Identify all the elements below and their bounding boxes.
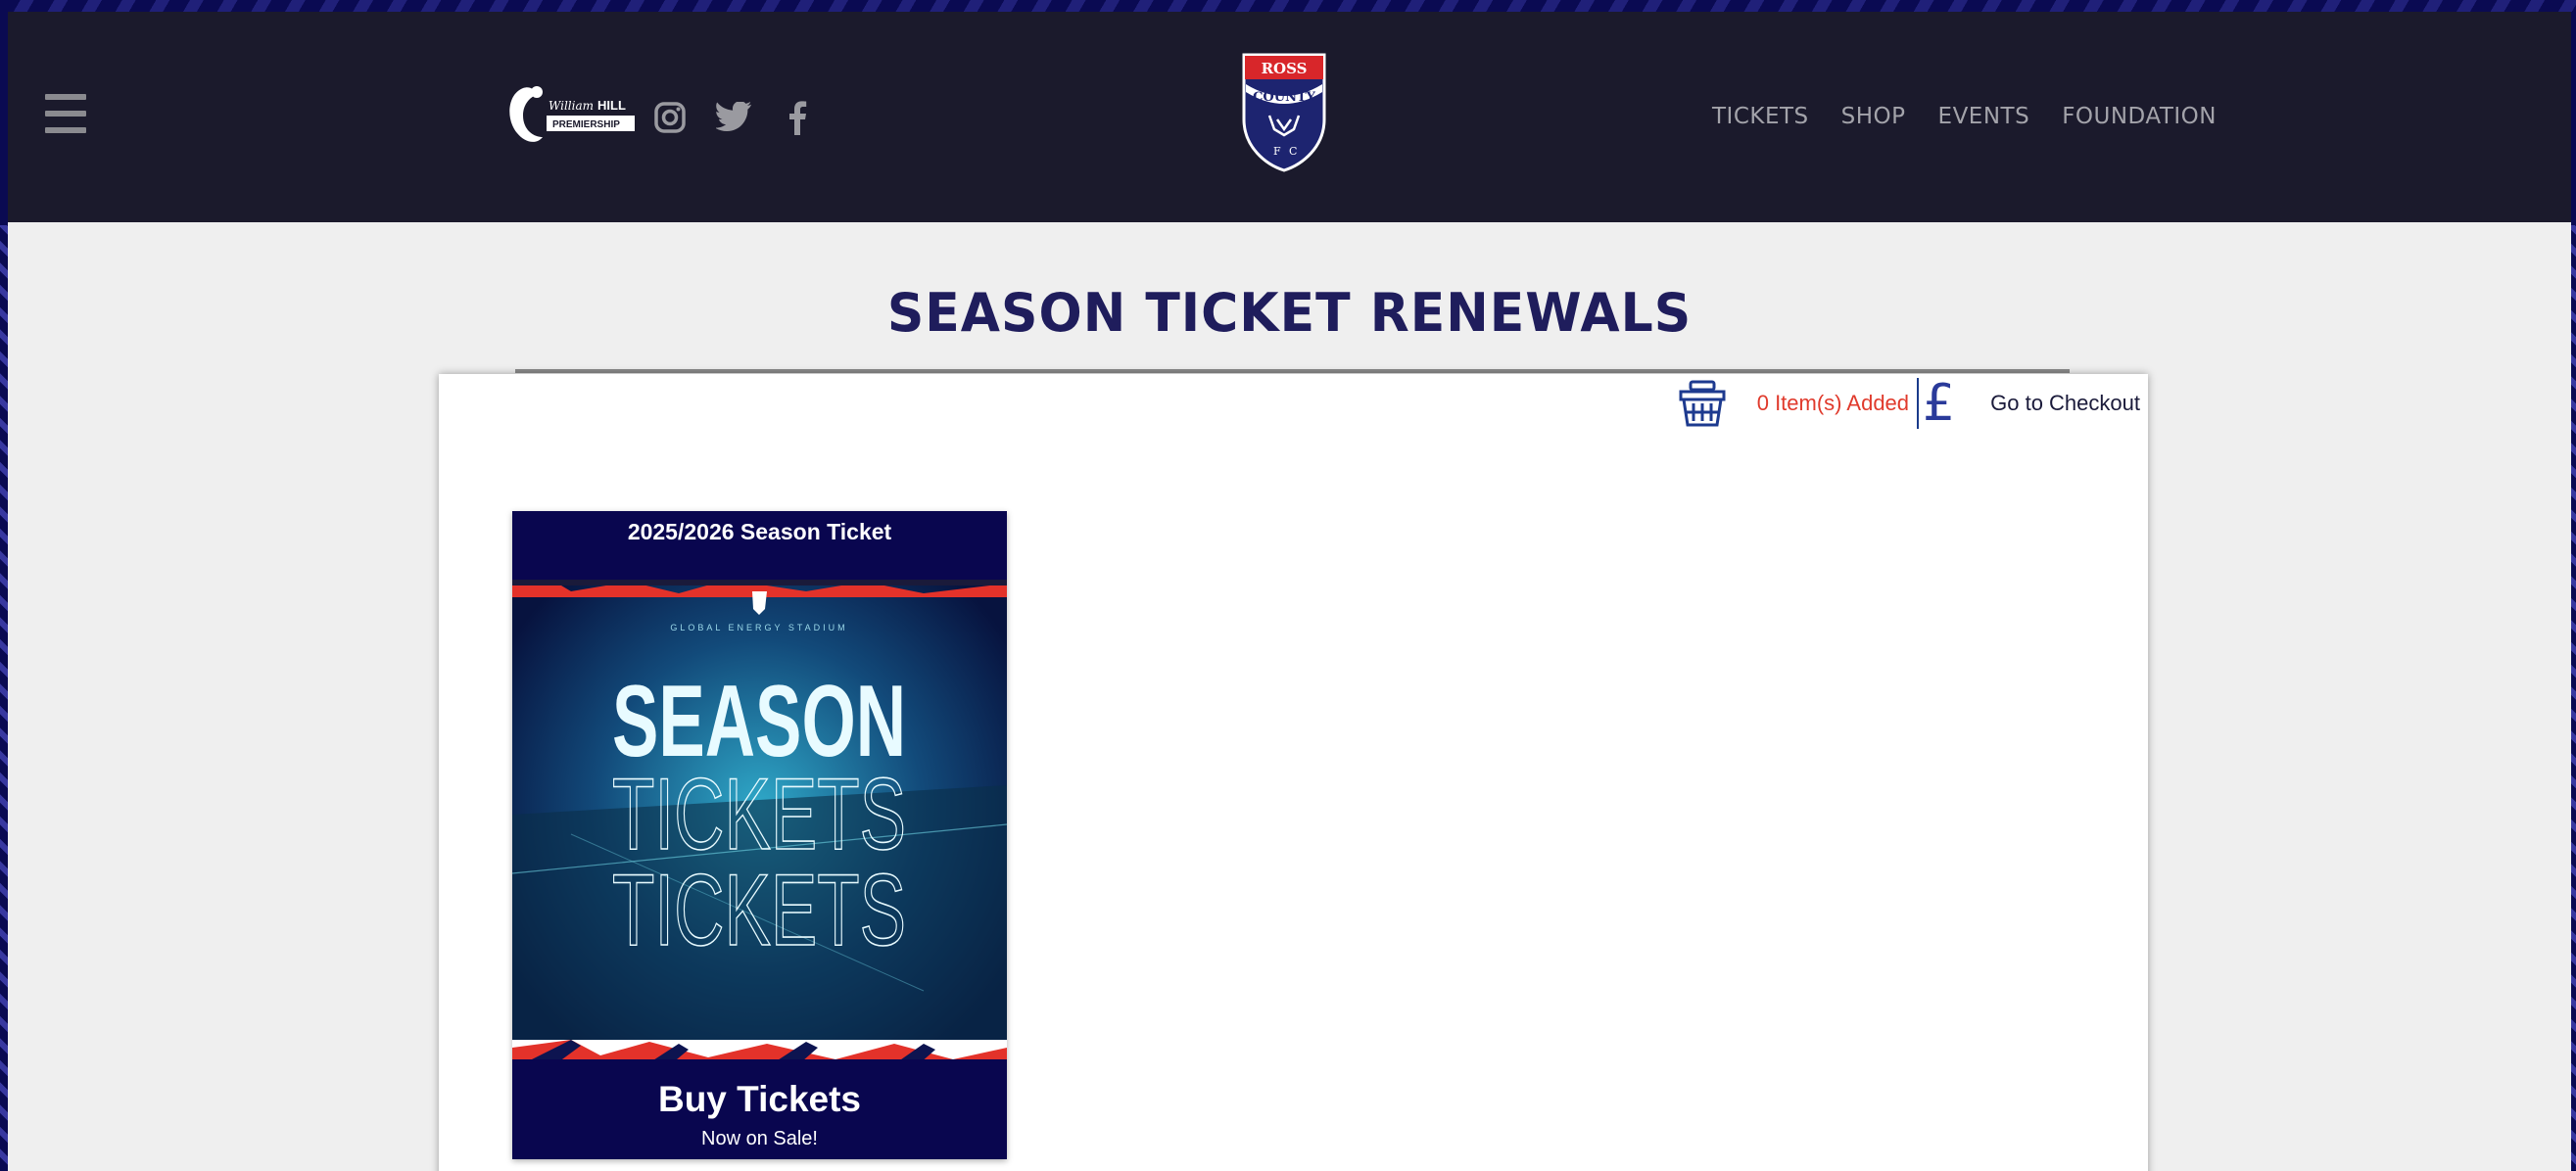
twitter-icon[interactable] [715, 98, 754, 137]
nav-foundation[interactable]: FOUNDATION [2062, 92, 2217, 141]
facebook-icon[interactable] [778, 98, 817, 137]
background-pattern [0, 0, 2576, 12]
club-crest-logo[interactable]: ROSS COUNTY F C [1240, 51, 1328, 173]
nav-events[interactable]: EVENTS [1938, 92, 2030, 141]
now-on-sale-label: Now on Sale! [701, 1128, 818, 1149]
background-pattern-left [0, 225, 8, 1171]
title-divider [515, 369, 2070, 373]
card-title: 2025/2026 Season Ticket [627, 519, 892, 544]
site-header: William HILL PREMIERSHIP ROSS COUNTY F C… [8, 12, 2571, 222]
nav-shop[interactable]: SHOP [1841, 92, 1906, 141]
basket-icon[interactable] [1677, 378, 1728, 429]
site-page: William HILL PREMIERSHIP ROSS COUNTY F C… [8, 12, 2571, 1171]
hamburger-menu-icon[interactable] [45, 94, 86, 133]
svg-text:F: F [1273, 145, 1281, 158]
svg-text:COUNTY: COUNTY [1253, 90, 1316, 105]
svg-text:HILL: HILL [597, 98, 626, 113]
go-to-checkout-link[interactable]: Go to Checkout [1990, 391, 2140, 416]
season-ticket-image: GLOBAL ENERGY STADIUM SEASON TICKETS TIC… [512, 580, 1007, 1084]
svg-text:PREMIERSHIP: PREMIERSHIP [552, 119, 620, 130]
page-title: SEASON TICKET RENEWALS [886, 282, 1693, 345]
svg-text:William: William [549, 99, 594, 113]
image-stadium-text: GLOBAL ENERGY STADIUM [670, 623, 847, 632]
main-nav: TICKETS SHOP EVENTS FOUNDATION [1712, 92, 2249, 141]
buy-tickets-label[interactable]: Buy Tickets [512, 1079, 1007, 1120]
cart-bar: 0 Item(s) Added £ Go to Checkout [1677, 374, 2140, 433]
cart-divider [1917, 378, 1920, 429]
cart-items-count[interactable]: 0 Item(s) Added [1757, 391, 1909, 416]
image-tickets-text-2: TICKETS [612, 854, 906, 967]
ticket-panel: 0 Item(s) Added £ Go to Checkout 2025/20… [439, 374, 2148, 1171]
league-logo[interactable]: William HILL PREMIERSHIP [503, 76, 641, 155]
svg-text:C: C [1289, 145, 1297, 158]
card-footer: Buy Tickets Now on Sale! [512, 1059, 1007, 1159]
svg-text:ROSS: ROSS [1262, 60, 1308, 77]
season-ticket-card[interactable]: 2025/2026 Season Ticket GLOBAL ENERGY ST… [512, 511, 1007, 1159]
instagram-icon[interactable] [650, 98, 690, 137]
pound-icon[interactable]: £ [1923, 378, 1955, 429]
nav-tickets[interactable]: TICKETS [1712, 92, 1809, 141]
